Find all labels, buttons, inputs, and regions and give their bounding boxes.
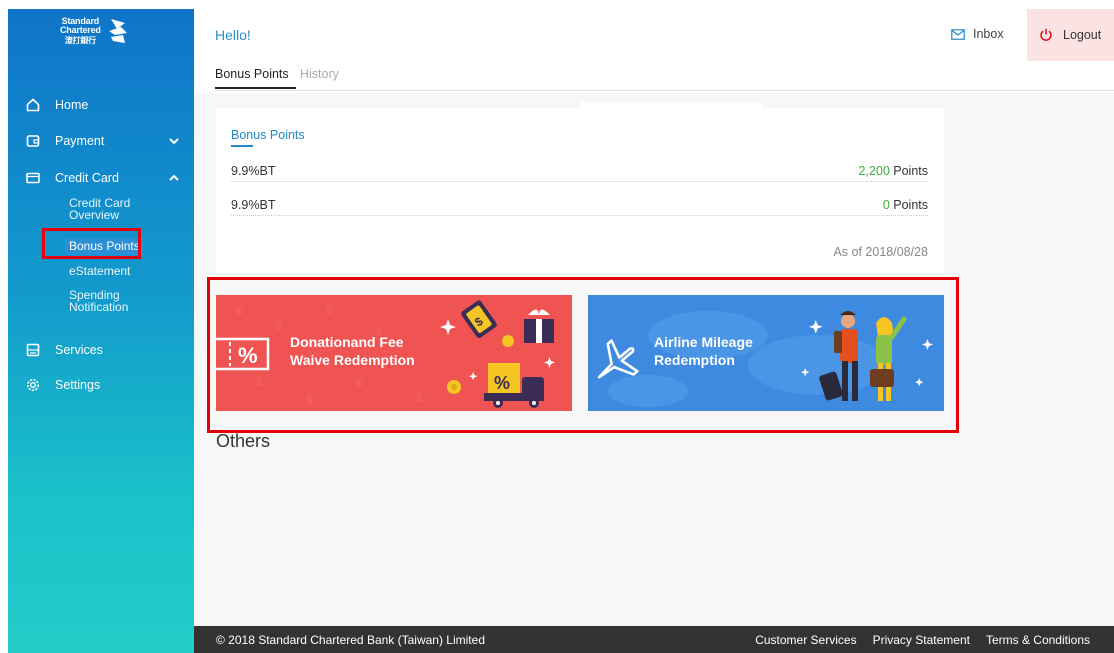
sidebar-item-services[interactable]: Services [8,338,194,362]
sidebar-subitem-spending-notification[interactable]: Spending Notification [69,289,159,313]
logout-label: Logout [1063,28,1102,42]
chevron-up-icon[interactable] [168,172,180,184]
wallet-icon [26,135,40,147]
gear-icon [26,378,40,392]
bank-logo-icon [108,19,127,43]
header: Hello! Inbox Logout Bonus Points History [194,9,1114,93]
sidebar-item-label: Payment [55,134,105,148]
sidebar-item-home[interactable]: Home [8,93,194,117]
tab-history[interactable]: History [300,67,339,81]
footer-link-terms-conditions[interactable]: Terms & Conditions [986,633,1090,647]
card-title: Bonus Points [231,128,305,142]
sidebar-item-label: Credit Card [55,171,119,185]
sidebar-item-payment[interactable]: Payment [8,129,194,153]
card-title-underline [231,145,253,147]
as-of-date: As of 2018/08/28 [833,245,928,259]
points-value: 0 [882,198,890,212]
services-icon [26,343,40,357]
inbox-label: Inbox [973,27,1004,41]
points-value: 2,200 [858,164,890,178]
logo-line-2: Chartered [60,25,101,35]
sidebar-item-label: Settings [55,378,101,392]
points-unit: Points [893,164,928,178]
sidebar-item-label: Home [55,98,89,112]
tab-divider [215,90,1114,91]
sidebar-subitem-credit-card-overview[interactable]: Credit Card Overview [69,197,159,221]
points-unit: Points [893,198,928,212]
copyright-text: © 2018 Standard Chartered Bank (Taiwan) … [216,633,485,647]
footer-link-customer-services[interactable]: Customer Services [755,633,856,647]
sidebar-subitem-estatement[interactable]: eStatement [69,265,130,277]
sidebar: Standard Chartered 渣打銀行 Home Payment Cre… [8,9,194,653]
points-name: 9.9%BT [231,164,276,178]
logo-line-3: 渣打銀行 [64,36,96,45]
points-row: 9.9%BT 0 Points [231,196,928,216]
points-name: 9.9%BT [231,198,276,212]
card-icon [26,172,40,184]
home-icon [26,98,40,112]
footer: © 2018 Standard Chartered Bank (Taiwan) … [194,626,1114,653]
bonus-points-card: Bonus Points 9.9%BT 2,200 Points 9.9%BT … [216,108,944,273]
sidebar-item-label: Services [55,343,103,357]
bank-logo[interactable]: Standard Chartered 渣打銀行 [60,13,160,49]
points-row: 9.9%BT 2,200 Points [231,162,928,182]
sidebar-item-credit-card[interactable]: Credit Card [8,166,194,190]
inbox-button[interactable]: Inbox [951,27,1004,41]
main-content: Hello! Inbox Logout Bonus Points History… [194,9,1114,653]
others-heading: Others [216,431,271,451]
footer-link-privacy-statement[interactable]: Privacy Statement [873,633,970,647]
highlight-box-bonus-points [42,228,141,259]
sidebar-item-settings[interactable]: Settings [8,373,194,397]
logout-button[interactable]: Logout [1027,9,1114,61]
power-icon [1040,28,1052,41]
active-tab-indicator [215,87,296,89]
mail-icon [951,28,965,40]
chevron-down-icon[interactable] [168,135,180,147]
greeting: Hello! [215,27,251,43]
footer-links: Customer Services Privacy Statement Term… [755,633,1090,647]
highlight-box-redemption [207,277,959,433]
tab-bonus-points[interactable]: Bonus Points [215,67,289,81]
